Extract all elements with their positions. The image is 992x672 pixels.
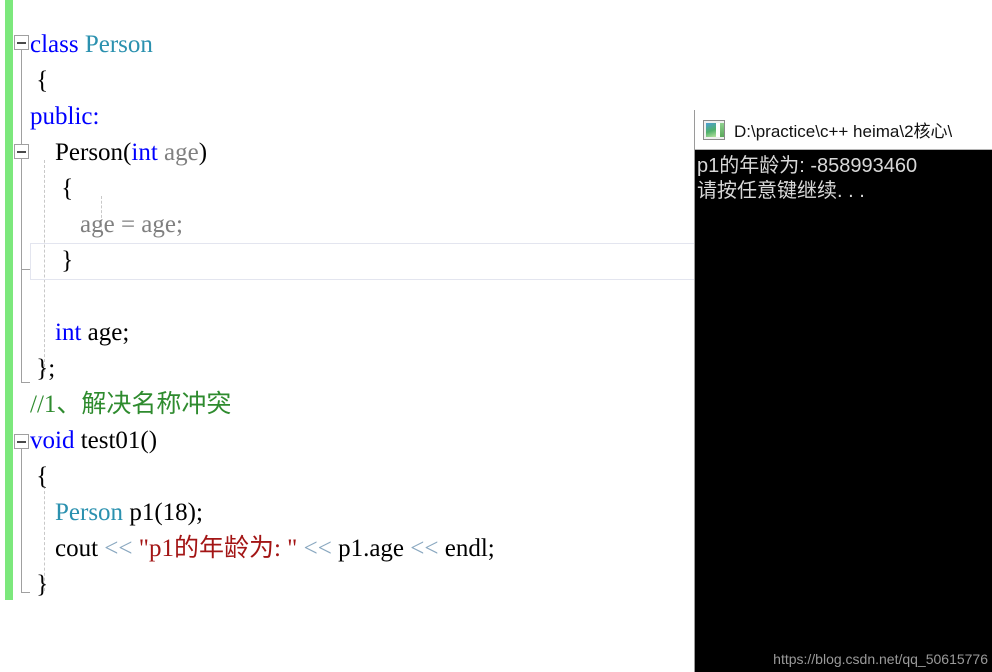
token-comment: //1、解决名称冲突 — [30, 391, 232, 418]
fold-toggle-test01[interactable] — [14, 434, 29, 449]
token-open-brace-ctor: { — [30, 175, 74, 202]
console-window[interactable]: D:\practice\c++ heima\2核心\ p1的年龄为: -8589… — [694, 110, 992, 672]
token-cout: cout — [30, 535, 105, 562]
console-title-bar[interactable]: D:\practice\c++ heima\2核心\ — [695, 110, 992, 150]
code-line-7[interactable]: } — [30, 243, 73, 279]
code-line-12[interactable]: void test01() — [30, 423, 157, 459]
console-icon-pane-left — [706, 122, 716, 137]
token-stream-op-1: << — [104, 535, 133, 562]
fold-guide-test01-end — [21, 592, 30, 593]
screenshot-root: class Person { public: Person(int age) {… — [0, 0, 992, 672]
code-line-4[interactable]: Person(int age) — [30, 135, 207, 171]
token-p1-age: p1.age — [331, 535, 411, 562]
fold-guide-test01 — [21, 449, 22, 592]
watermark-text: https://blog.csdn.net/qq_50615776 — [773, 651, 988, 667]
code-line-9[interactable]: int age; — [30, 315, 129, 351]
token-keyword-public: public: — [30, 103, 100, 130]
console-output-line-2: 请按任意键继续. . . — [697, 180, 865, 202]
token-stream-op-3: << — [410, 535, 439, 562]
code-line-1[interactable]: class Person — [30, 27, 153, 63]
token-keyword-int-param: int — [131, 139, 158, 166]
fold-toggle-class-person[interactable] — [14, 35, 29, 50]
console-icon-pane-right — [720, 122, 724, 137]
token-keyword-int-member: int — [30, 319, 82, 346]
console-title-text: D:\practice\c++ heima\2核心\ — [734, 122, 953, 141]
token-type-person: Person — [84, 31, 153, 58]
code-line-14[interactable]: Person p1(18); — [30, 495, 203, 531]
token-member-age: age; — [81, 319, 130, 346]
token-close-paren-ctor: ) — [198, 139, 208, 166]
token-ctor-person: Person( — [30, 139, 132, 166]
fold-toggle-constructor[interactable] — [14, 144, 29, 159]
token-age-assignment: age = age; — [30, 211, 183, 238]
token-open-brace-class: { — [30, 67, 49, 94]
code-line-5[interactable]: { — [30, 171, 73, 207]
console-window-icon — [703, 119, 725, 140]
change-indicator-bar — [5, 0, 13, 600]
token-var-p1-init: p1(18); — [123, 499, 203, 526]
code-line-11[interactable]: //1、解决名称冲突 — [30, 387, 231, 423]
console-output-line-1: p1的年龄为: -858993460 — [697, 155, 918, 177]
token-type-person-decl: Person — [30, 499, 124, 526]
fold-guide-constructor-end — [21, 269, 30, 270]
token-close-brace-ctor: } — [30, 247, 74, 274]
token-close-brace-test01: } — [30, 571, 49, 598]
fold-guide-constructor — [21, 159, 22, 269]
code-line-15[interactable]: cout << "p1的年龄为: " << p1.age << endl; — [30, 531, 495, 567]
token-open-brace-test01: { — [30, 463, 49, 490]
code-line-16[interactable]: } — [30, 567, 48, 603]
token-stream-op-2: << — [303, 535, 332, 562]
token-keyword-void: void — [30, 427, 75, 454]
token-keyword-class: class — [30, 31, 85, 58]
token-class-end: }; — [30, 355, 56, 382]
fold-guide-class-end — [21, 382, 30, 383]
token-function-test01: test01() — [74, 427, 158, 454]
code-line-3[interactable]: public: — [30, 99, 99, 135]
code-line-13[interactable]: { — [30, 459, 48, 495]
code-line-6[interactable]: age = age; — [30, 207, 183, 243]
code-line-2[interactable]: { — [30, 63, 48, 99]
console-output-area[interactable]: p1的年龄为: -858993460 请按任意键继续. . . https://… — [695, 150, 992, 672]
code-line-10[interactable]: }; — [30, 351, 55, 387]
token-endl: endl; — [438, 535, 495, 562]
token-param-age: age — [157, 139, 199, 166]
token-string-literal: "p1的年龄为: " — [132, 535, 304, 562]
